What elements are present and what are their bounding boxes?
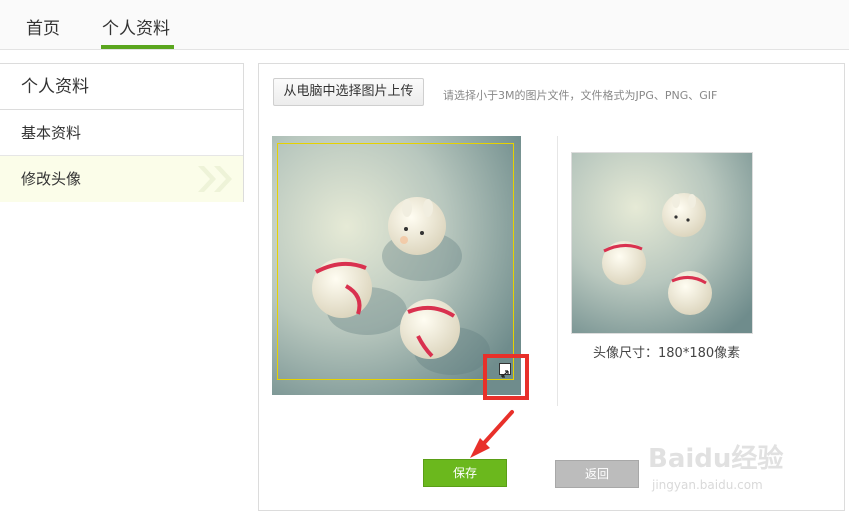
preview-photo — [572, 153, 752, 333]
sidebar-item-change-avatar[interactable]: 修改头像 — [0, 156, 243, 202]
upload-from-computer-button[interactable]: 从电脑中选择图片上传 — [273, 78, 424, 106]
crop-selection[interactable] — [277, 143, 514, 380]
resize-icon — [501, 370, 509, 378]
avatar-size-label: 头像尺寸：180*180像素 — [593, 346, 741, 361]
watermark-logo: Baidu经验 — [648, 444, 784, 474]
upload-hint: 请选择小于3M的图片文件，文件格式为JPG、PNG、GIF — [443, 89, 718, 102]
divider — [557, 136, 558, 406]
top-nav: 首页 个人资料 — [0, 0, 849, 50]
sidebar-title: 个人资料 — [0, 64, 243, 110]
tab-home[interactable]: 首页 — [26, 14, 60, 39]
resize-handle[interactable] — [499, 363, 511, 378]
back-button[interactable]: 返回 — [555, 460, 639, 488]
tab-profile[interactable]: 个人资料 — [102, 14, 170, 39]
watermark-url: jingyan.baidu.com — [652, 478, 763, 492]
sidebar-item-label: 修改头像 — [21, 170, 82, 188]
save-button[interactable]: 保存 — [423, 459, 507, 487]
watermark: Baidu经验 jingyan.baidu.com — [648, 438, 808, 498]
active-tab-underline — [101, 45, 174, 49]
avatar-preview — [571, 152, 753, 334]
chevron-right-icon — [214, 166, 232, 192]
sidebar-item-label: 基本资料 — [21, 124, 82, 142]
sidebar-item-basic-info[interactable]: 基本资料 — [0, 110, 243, 156]
sidebar: 个人资料 基本资料 修改头像 — [0, 63, 244, 202]
